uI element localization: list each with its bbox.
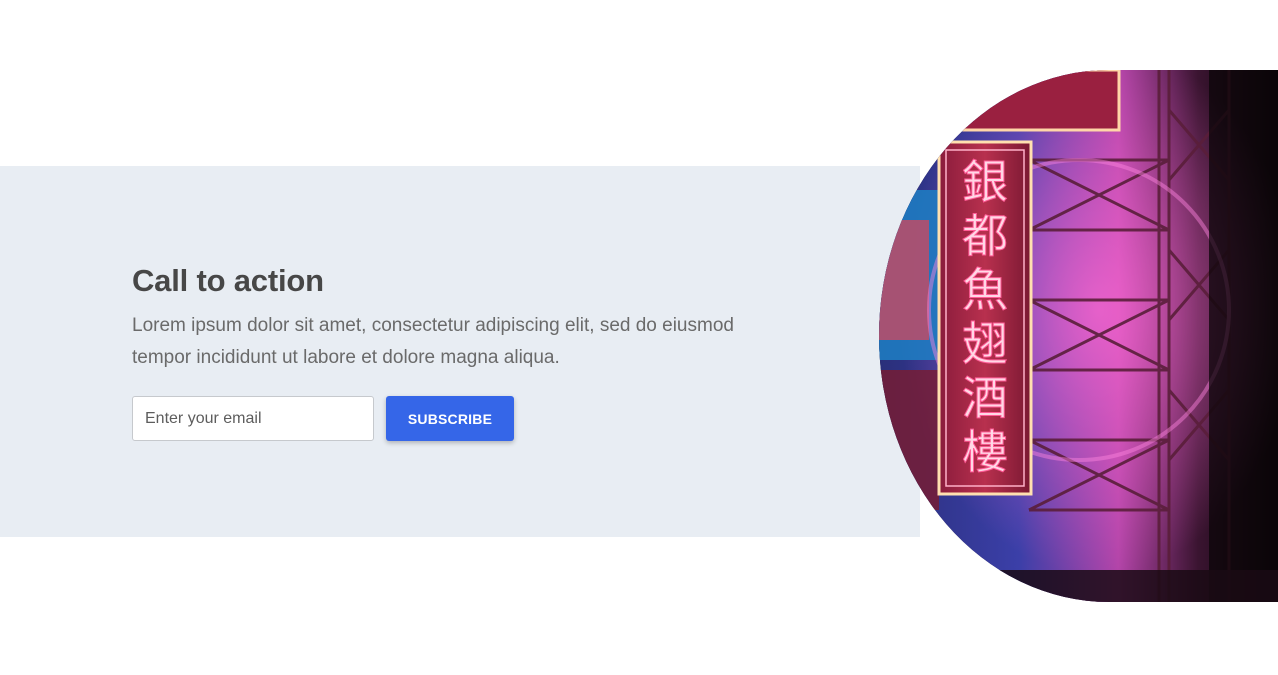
sign-character: 魚 xyxy=(962,263,1008,317)
sign-character: 銀 xyxy=(962,155,1008,209)
sign-character: 翅 xyxy=(962,317,1008,371)
cta-description: Lorem ipsum dolor sit amet, consectetur … xyxy=(132,315,734,368)
neon-sign: 銀都魚翅酒樓 xyxy=(937,140,1033,496)
neon-sign-photo: 銀都魚翅酒樓 xyxy=(879,70,1278,602)
cta-title: Call to action xyxy=(132,263,324,298)
subscribe-button[interactable]: SUBSCRIBE xyxy=(386,396,514,441)
sign-character: 都 xyxy=(962,209,1008,263)
neon-sign-illustration: 銀都魚翅酒樓 xyxy=(879,70,1278,602)
sign-character: 樓 xyxy=(962,425,1008,479)
subscribe-form: SUBSCRIBE xyxy=(132,396,514,441)
cta-content: Call to action Lorem ipsum dolor sit ame… xyxy=(132,262,812,374)
sign-character: 酒 xyxy=(962,371,1008,425)
email-input[interactable] xyxy=(132,396,374,441)
cta-section: Call to action Lorem ipsum dolor sit ame… xyxy=(0,0,1278,675)
